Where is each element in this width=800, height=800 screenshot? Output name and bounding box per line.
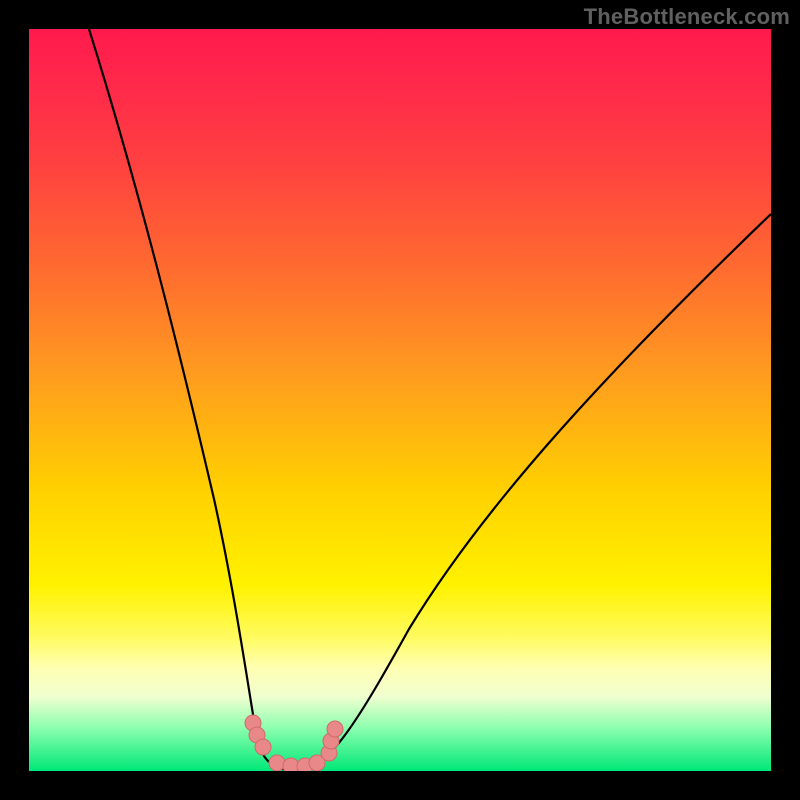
curve-layer [29, 29, 771, 771]
data-dots [245, 715, 343, 771]
curve-left [89, 29, 299, 771]
watermark-text: TheBottleneck.com [584, 4, 790, 30]
chart-area [29, 29, 771, 771]
curve-right [299, 214, 771, 771]
